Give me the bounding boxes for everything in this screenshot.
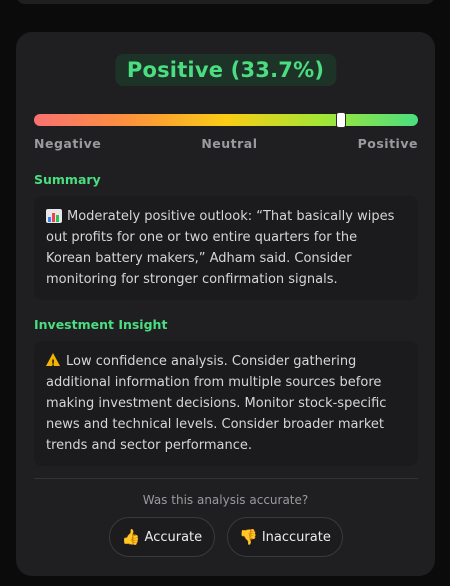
sentiment-analysis-card: Positive (33.7%) Negative Neutral Positi… [16,32,435,576]
insight-title: Investment Insight [34,317,168,332]
summary-text: Moderately positive outlook: “That basic… [46,209,395,287]
insight-text: Low confidence analysis. Consider gather… [46,354,387,453]
summary-title: Summary [34,172,101,187]
gauge-marker [336,112,347,128]
bar-chart-icon [46,209,62,223]
summary-box: Moderately positive outlook: “That basic… [34,196,418,300]
inaccurate-button[interactable]: 👎 Inaccurate [227,517,343,557]
gauge-label-neutral: Neutral [201,136,258,151]
warning-icon [46,353,60,375]
insight-box: Low confidence analysis. Consider gather… [34,341,418,466]
divider [34,478,418,479]
feedback-question: Was this analysis accurate? [142,493,309,507]
thumbs-down-icon: 👎 [239,528,258,546]
accurate-label: Accurate [144,529,203,545]
accurate-button[interactable]: 👍 Accurate [109,517,215,557]
gauge-labels: Negative Neutral Positive [34,136,418,151]
sentiment-gauge [34,112,418,128]
thumbs-up-icon: 👍 [121,528,141,546]
gauge-label-positive: Positive [357,136,418,151]
previous-card [16,0,435,4]
inaccurate-label: Inaccurate [261,529,331,545]
sentiment-badge: Positive (33.7%) [114,54,337,86]
gauge-label-negative: Negative [34,136,102,151]
